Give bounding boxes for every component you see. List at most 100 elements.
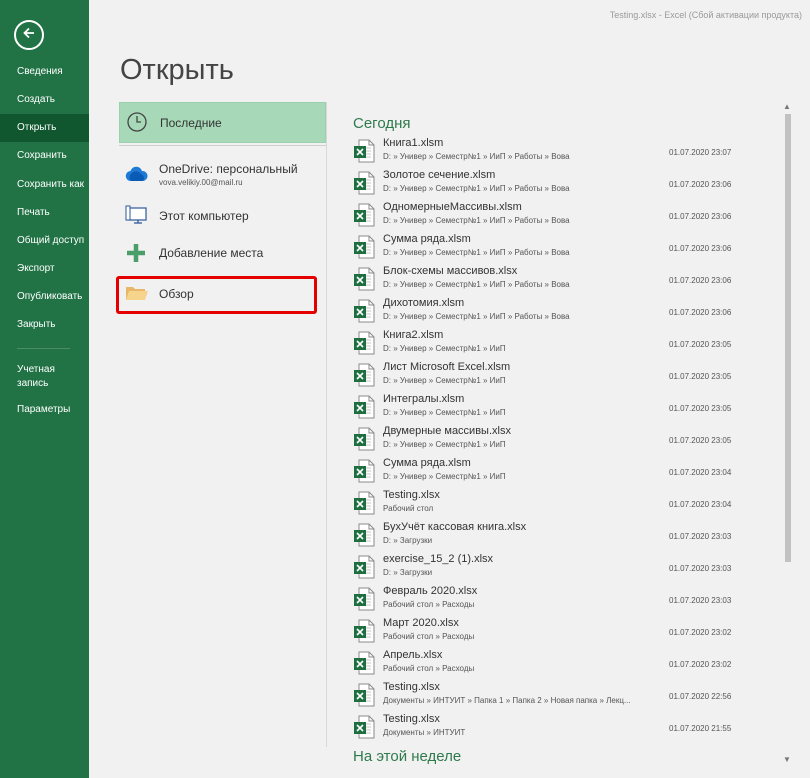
- recent-file-row[interactable]: exercise_15_2 (1).xlsx D: » Загрузки 01.07…: [350, 551, 780, 583]
- location-this-pc[interactable]: Этот компьютер: [119, 203, 326, 229]
- excel-file-icon: [353, 555, 375, 579]
- location-this-pc-label: Этот компьютер: [159, 209, 249, 223]
- location-recent-label: Последние: [160, 116, 222, 130]
- file-date: 01.07.2020 21:55: [669, 724, 732, 733]
- file-name: Март 2020.xlsx: [383, 617, 459, 629]
- file-name: Сумма ряда.xlsm: [383, 457, 471, 469]
- file-name: Золотое сечение.xlsm: [383, 169, 496, 181]
- file-date: 01.07.2020 23:05: [669, 372, 732, 381]
- file-date: 01.07.2020 23:05: [669, 404, 732, 413]
- nav-export[interactable]: Экспорт: [0, 255, 89, 283]
- back-button[interactable]: [14, 20, 44, 50]
- recent-file-row[interactable]: Testing.xlsx Документы » ИНТУИТ 01.07.2020…: [350, 711, 780, 743]
- nav-save[interactable]: Сохранить: [0, 142, 89, 170]
- file-path: D: » Универ » Семестр№1 » ИиП » Работы »…: [383, 184, 570, 193]
- excel-file-icon: [353, 267, 375, 291]
- file-path: D: » Универ » Семестр№1 » ИиП » Работы »…: [383, 312, 570, 321]
- recent-file-row[interactable]: Март 2020.xlsx Рабочий стол » Расходы 01.0…: [350, 615, 780, 647]
- file-name: БухУчёт кассовая книга.xlsx: [383, 521, 527, 533]
- arrow-left-icon: [22, 26, 36, 45]
- recent-file-row[interactable]: Сумма ряда.xlsm D: » Универ » Семестр№1 »…: [350, 455, 780, 487]
- recent-file-row[interactable]: Testing.xlsx Документы » ИНТУИТ » Папка 1…: [350, 679, 780, 711]
- file-date: 01.07.2020 23:07: [669, 148, 732, 157]
- window-title: Testing.xlsx - Excel (Сбой активации про…: [609, 10, 802, 20]
- file-path: D: » Универ » Семестр№1 » ИиП » Работы »…: [383, 248, 570, 257]
- excel-file-icon: [353, 203, 375, 227]
- computer-icon: [125, 205, 149, 230]
- clock-icon: [126, 111, 148, 136]
- excel-file-icon: [353, 587, 375, 611]
- file-list-scrollbar[interactable]: ▲ ▼: [782, 102, 794, 764]
- file-date: 01.07.2020 23:05: [669, 436, 732, 445]
- file-name: Книга1.xlsm: [383, 137, 444, 149]
- file-name: Книга2.xlsm: [383, 329, 444, 341]
- file-name: Дихотомия.xlsm: [383, 297, 465, 309]
- excel-file-icon: [353, 651, 375, 675]
- file-date: 01.07.2020 23:03: [669, 532, 732, 541]
- recent-file-row[interactable]: ОдномерныеМассивы.xlsm D: » Универ » Семе…: [350, 199, 780, 231]
- nav-print[interactable]: Печать: [0, 199, 89, 227]
- nav-info[interactable]: Сведения: [0, 58, 89, 86]
- file-path: D: » Загрузки: [383, 568, 433, 577]
- recent-file-row[interactable]: Золотое сечение.xlsm D: » Универ » Семест…: [350, 167, 780, 199]
- recent-file-row[interactable]: Февраль 2020.xlsx Рабочий стол » Расходы 0…: [350, 583, 780, 615]
- recent-file-row[interactable]: Интегралы.xlsm D: » Универ » Семестр№1 » …: [350, 391, 780, 423]
- location-browse[interactable]: Обзор: [119, 281, 326, 307]
- file-name: Апрель.xlsx: [383, 649, 443, 661]
- nav-close[interactable]: Закрыть: [0, 311, 89, 339]
- excel-file-icon: [353, 523, 375, 547]
- nav-share[interactable]: Общий доступ: [0, 227, 89, 255]
- file-path: D: » Универ » Семестр№1 » ИиП: [383, 440, 506, 449]
- panel-divider: [326, 102, 327, 747]
- scroll-thumb[interactable]: [785, 114, 791, 562]
- recent-file-row[interactable]: Книга2.xlsm D: » Универ » Семестр№1 » ИиП…: [350, 327, 780, 359]
- recent-file-row[interactable]: Testing.xlsx Рабочий стол 01.07.2020 23:04: [350, 487, 780, 519]
- file-path: Рабочий стол: [383, 504, 434, 513]
- location-recent[interactable]: Последние: [119, 102, 326, 143]
- excel-file-icon: [353, 683, 375, 707]
- file-date: 01.07.2020 23:02: [669, 628, 732, 637]
- location-add-place[interactable]: Добавление места: [119, 240, 326, 266]
- recent-file-row[interactable]: Книга1.xlsm D: » Универ » Семестр№1 » ИиП…: [350, 135, 780, 167]
- file-path: Рабочий стол » Расходы: [383, 664, 475, 673]
- excel-file-icon: [353, 427, 375, 451]
- file-name: exercise_15_2 (1).xlsx: [383, 553, 494, 565]
- file-name: Сумма ряда.xlsm: [383, 233, 471, 245]
- section-today: Сегодня: [353, 115, 411, 132]
- excel-file-icon: [353, 715, 375, 739]
- recent-file-row[interactable]: Блок-схемы массивов.xlsx D: » Универ » Се…: [350, 263, 780, 295]
- file-name: Testing.xlsx: [383, 681, 440, 693]
- excel-file-icon: [353, 363, 375, 387]
- location-onedrive[interactable]: OneDrive: персональный vova.velikiy.00@m…: [119, 160, 326, 194]
- scroll-up-icon[interactable]: ▲: [783, 102, 791, 111]
- file-date: 01.07.2020 23:06: [669, 212, 732, 221]
- recent-file-row[interactable]: Сумма ряда.xlsm D: » Универ » Семестр№1 »…: [350, 231, 780, 263]
- nav-new[interactable]: Создать: [0, 86, 89, 114]
- excel-file-icon: [353, 139, 375, 163]
- excel-file-icon: [353, 619, 375, 643]
- scroll-down-icon[interactable]: ▼: [783, 755, 791, 764]
- nav-options[interactable]: Параметры: [0, 396, 89, 424]
- nav-open[interactable]: Открыть: [0, 114, 89, 142]
- recent-file-row[interactable]: Двумерные массивы.xlsx D: » Универ » Семе…: [350, 423, 780, 455]
- file-path: D: » Универ » Семестр№1 » ИиП: [383, 472, 506, 481]
- file-path: D: » Универ » Семестр№1 » ИиП » Работы »…: [383, 152, 570, 161]
- file-path: D: » Универ » Семестр№1 » ИиП: [383, 344, 506, 353]
- recent-file-row[interactable]: БухУчёт кассовая книга.xlsx D: » Загрузки…: [350, 519, 780, 551]
- file-name: Интегралы.xlsm: [383, 393, 465, 405]
- excel-file-icon: [353, 491, 375, 515]
- location-onedrive-label: OneDrive: персональный: [159, 162, 298, 176]
- nav-save-as[interactable]: Сохранить как: [0, 171, 89, 199]
- file-name: Февраль 2020.xlsx: [383, 585, 478, 597]
- file-date: 01.07.2020 23:03: [669, 564, 732, 573]
- file-name: Двумерные массивы.xlsx: [383, 425, 511, 437]
- recent-file-row[interactable]: Апрель.xlsx Рабочий стол » Расходы 01.07.2…: [350, 647, 780, 679]
- file-path: Рабочий стол » Расходы: [383, 600, 475, 609]
- recent-file-row[interactable]: Дихотомия.xlsm D: » Универ » Семестр№1 » …: [350, 295, 780, 327]
- nav-account[interactable]: Учетная запись: [0, 360, 70, 394]
- file-date: 01.07.2020 23:02: [669, 660, 732, 669]
- file-path: D: » Загрузки: [383, 536, 433, 545]
- nav-publish[interactable]: Опубликовать: [0, 283, 89, 311]
- backstage-sidebar: Сведения Создать Открыть Сохранить Сохра…: [0, 0, 89, 778]
- recent-file-row[interactable]: Лист Microsoft Excel.xlsm D: » Универ » С…: [350, 359, 780, 391]
